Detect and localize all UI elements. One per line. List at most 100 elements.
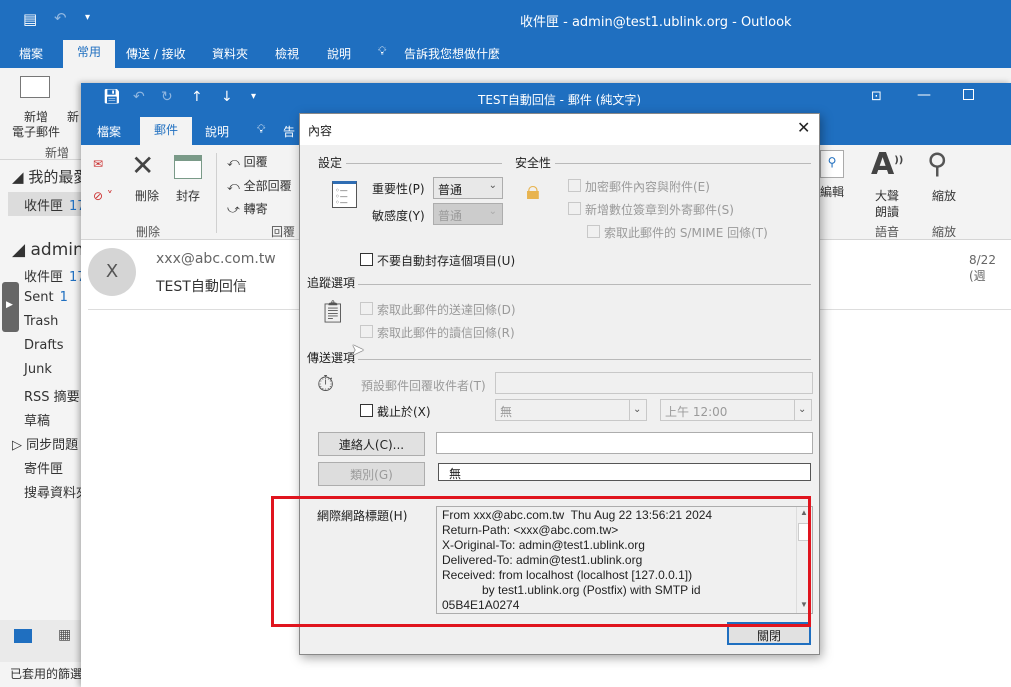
lightbulb-icon: 💡︎ — [378, 44, 387, 58]
sign-label: 新增數位簽章到外寄郵件(S) — [585, 203, 734, 217]
folder-drafts[interactable]: Drafts — [24, 338, 64, 353]
delivery-receipt-checkbox — [360, 302, 373, 315]
next-item-icon[interactable]: ↓ — [221, 89, 233, 105]
ignore-icon[interactable]: ✉︎ — [93, 157, 103, 171]
avatar: X — [88, 248, 136, 296]
quick-access-dropdown-icon[interactable]: ▾ — [251, 91, 256, 102]
group-new-label: 新增 — [45, 146, 70, 160]
tracking-divider — [358, 284, 811, 285]
expires-time-select: 上午 12:00 ⌄ — [660, 399, 812, 421]
tab-help[interactable]: 說明 — [327, 45, 351, 62]
minimize-icon[interactable]: — — [917, 87, 931, 103]
new-email-icon — [20, 76, 50, 98]
expires-date-select: 無 ⌄ — [495, 399, 647, 421]
mouse-cursor-icon: ➤ — [351, 340, 365, 359]
new-items-button[interactable]: 新 — [67, 108, 79, 125]
expires-checkbox[interactable] — [360, 404, 373, 417]
find-icon[interactable]: ⚲ — [820, 150, 844, 178]
contacts-button[interactable]: 連絡人(C)... — [318, 432, 425, 456]
tab-message[interactable]: 郵件 — [140, 117, 193, 145]
folder-trash[interactable]: Trash — [24, 314, 58, 329]
chevron-down-icon: ⌄ — [488, 206, 497, 217]
main-window-title: 收件匣 - admin@test1.ublink.org - Outlook — [520, 15, 792, 30]
tab-view[interactable]: 檢視 — [275, 45, 299, 62]
tab-help[interactable]: 說明 — [205, 123, 229, 140]
importance-select[interactable]: 普通 ⌄ — [433, 177, 503, 199]
sender-address[interactable]: xxx@abc.com.tw — [156, 251, 276, 267]
contacts-input[interactable] — [436, 432, 813, 454]
forward-button[interactable]: ⤻ 轉寄 — [227, 200, 268, 217]
maximize-icon[interactable] — [963, 89, 974, 100]
favorites-header[interactable]: ◢ 我的最愛 — [12, 166, 88, 187]
archive-button[interactable]: 封存 — [176, 187, 200, 204]
encrypt-checkbox — [568, 179, 581, 192]
ribbon-display-options-icon[interactable]: ⊡ — [871, 89, 882, 104]
delivery-heading: 傳送選項 — [307, 351, 356, 365]
tab-file[interactable]: 檔案 — [19, 45, 43, 62]
message-date: 8/22 (週 — [969, 253, 996, 283]
group-speech-label: 語音 — [875, 225, 900, 239]
highlight-box — [271, 496, 811, 627]
delivery-options-icon: ⏱︎ — [317, 372, 335, 397]
tab-file[interactable]: 檔案 — [97, 123, 121, 140]
categories-field: 無 — [438, 463, 811, 481]
reply-to-label: 預設郵件回覆收件者(T) — [361, 379, 486, 393]
close-icon[interactable]: ✕ — [797, 118, 810, 137]
tell-me-search[interactable]: 告訴我您想做什麼 — [404, 45, 500, 62]
fav-inbox[interactable]: 收件匣 17 — [8, 192, 86, 216]
tab-folder[interactable]: 資料夾 — [212, 45, 248, 62]
delete-button[interactable]: 刪除 — [135, 187, 159, 204]
reply-button[interactable]: ⤺ 回覆 — [227, 153, 268, 170]
settings-heading: 設定 — [318, 156, 343, 170]
tracking-icon: 📋︎ — [319, 300, 347, 325]
reply-all-button[interactable]: ⤺ 全部回覆 — [227, 177, 292, 194]
main-title-bar: ▤ ↶ ▾ 收件匣 - admin@test1.ublink.org - Out… — [0, 0, 1011, 40]
dialog-title: 內容 — [308, 124, 333, 138]
save-icon[interactable]: 💾︎ — [103, 89, 121, 105]
tab-home[interactable]: 常用 — [63, 40, 116, 68]
read-aloud-button-1[interactable]: 大聲 — [875, 187, 899, 204]
edit-button[interactable]: 編輯 — [820, 183, 844, 200]
categories-button: 類別(G) — [318, 462, 425, 486]
lightbulb-icon: 💡︎ — [257, 122, 266, 136]
folder-sync-issues[interactable]: ▷ 同步問題 — [12, 434, 78, 453]
folder-inbox[interactable]: 收件匣 17 — [24, 266, 86, 285]
calendar-icon[interactable]: ▦ — [58, 627, 71, 643]
ribbon-divider — [216, 153, 217, 233]
settings-icon: ◦— ◦— ◦— — [332, 181, 357, 208]
security-divider — [555, 163, 811, 164]
expand-pane-handle[interactable]: ▶ — [2, 282, 19, 332]
undo-icon[interactable]: ↶ — [54, 9, 67, 27]
folder-rss[interactable]: RSS 摘要 — [24, 386, 80, 405]
folder-outbox[interactable]: 寄件匣 — [24, 458, 63, 477]
quick-access-dropdown-icon[interactable]: ▾ — [85, 12, 90, 23]
group-zoom-label: 縮放 — [932, 225, 957, 239]
chevron-down-icon: ⌄ — [488, 180, 497, 191]
folder-junk[interactable]: Junk — [24, 362, 52, 377]
sign-checkbox — [568, 202, 581, 215]
no-autoarchive-checkbox[interactable] — [360, 253, 373, 266]
tell-me-search[interactable]: 告 — [283, 123, 295, 140]
delivery-receipt-label: 索取此郵件的送達回條(D) — [377, 303, 516, 317]
read-aloud-icon: A)) — [871, 147, 904, 182]
new-email-label-2: 電子郵件 — [12, 125, 61, 139]
folder-drafts-zh[interactable]: 草稿 — [24, 410, 50, 429]
junk-icon[interactable]: ⊘ ˅ — [93, 189, 113, 203]
mail-icon[interactable] — [14, 629, 32, 643]
tracking-heading: 追蹤選項 — [307, 276, 356, 290]
archive-icon — [174, 155, 202, 179]
folder-search[interactable]: 搜尋資料夾 — [24, 482, 89, 501]
no-autoarchive-label[interactable]: 不要自動封存這個項目(U) — [377, 252, 515, 269]
undo-icon[interactable]: ↶ — [133, 89, 145, 105]
previous-item-icon[interactable]: ↑ — [191, 89, 203, 105]
delete-icon: ✕ — [131, 149, 155, 182]
importance-label: 重要性(P) — [372, 182, 425, 196]
redo-icon[interactable]: ↻ — [161, 89, 173, 105]
security-heading: 安全性 — [515, 156, 552, 170]
tab-send-receive[interactable]: 傳送 / 接收 — [126, 45, 186, 62]
expires-label[interactable]: 截止於(X) — [377, 403, 431, 420]
folder-sent[interactable]: Sent 1 — [24, 290, 68, 305]
reply-to-input — [495, 372, 813, 394]
zoom-button[interactable]: 縮放 — [932, 187, 956, 204]
encrypt-label: 加密郵件內容與附件(E) — [585, 180, 710, 194]
